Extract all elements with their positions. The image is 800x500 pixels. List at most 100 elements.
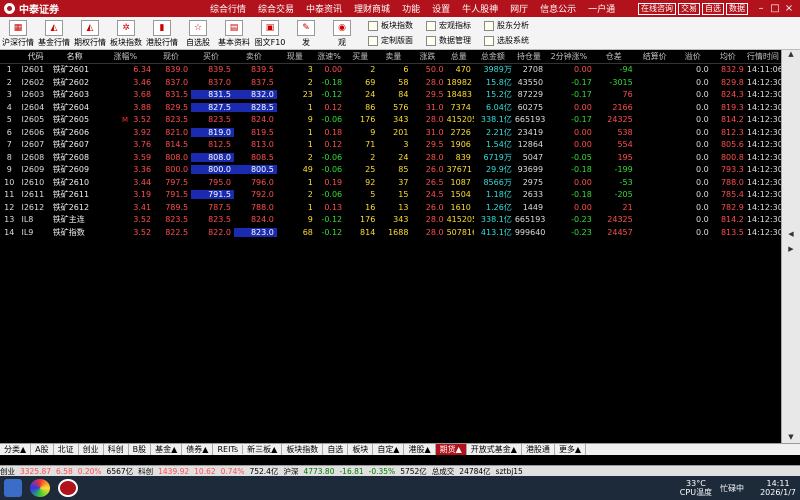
table-row[interactable]: 12 I2612 铁矿2612 3.41 789.5 787.5 788.0 1 0.13 16 1… [0,201,782,214]
column-header[interactable]: 买价 [191,51,234,62]
column-header[interactable]: 行情时间 [747,51,782,62]
tab-item[interactable]: 分类▲ [0,444,32,455]
tab-item[interactable]: 自定▲ [373,444,405,455]
column-header[interactable]: 结算价 [636,51,677,62]
table-row[interactable]: 4 I2604 铁矿2604 3.88 829.5 827.5 828.5 1 0.12 86 57… [0,101,782,114]
watchlist-button[interactable]: 自选 [702,2,724,15]
tab-item[interactable]: 北证 [54,444,79,455]
menu-item[interactable]: 网厅 [504,2,534,15]
column-header[interactable]: 现价 [154,51,191,62]
tool-hs-quotes[interactable]: ▦ 沪深行情 [0,20,36,49]
table-row[interactable]: 3 I2603 铁矿2603 3.68 831.5 831.5 832.0 23 -0.12 24… [0,89,782,102]
tool-fund-quotes[interactable]: ◭ 基金行情 [36,20,72,49]
tab-item[interactable]: 港股▲ [404,444,436,455]
column-header[interactable]: 涨速% [316,51,345,62]
tool-publish[interactable]: ✎ 发 [288,20,324,49]
menu-item[interactable]: 综合交易 [252,2,300,15]
tab-item[interactable]: 板块 [348,444,374,455]
menu-item[interactable]: 中泰资讯 [300,2,348,15]
column-header[interactable]: 现量 [277,51,316,62]
column-header[interactable]: 总量 [447,51,474,62]
column-header[interactable]: 名称 [53,51,100,62]
tab-item[interactable]: 更多▲ [555,444,587,455]
tool-holder-link[interactable]: 股东分析 [484,18,542,33]
menu-item[interactable]: 设置 [426,2,456,15]
column-header[interactable]: 卖量 [378,51,411,62]
menu-item[interactable]: 一户通 [582,2,621,15]
table-row[interactable]: 13 IL8 铁矿主连 3.52 823.5 823.5 824.0 9 -0.12 176 343… [0,214,782,227]
table-cell: 8 [6,152,12,162]
close-icon[interactable]: × [782,3,796,14]
tool-option-quotes[interactable]: ◭ 期权行情 [72,20,108,49]
table-cell: -0.06 [321,152,343,162]
table-row[interactable]: 14 IL9 铁矿指数 3.52 822.5 822.0 823.0 68 -0.12 814 16… [0,226,782,239]
app-taskbar-icon[interactable] [58,479,78,497]
tool-basic-info[interactable]: ▤ 基本资料 [216,20,252,49]
tab-item[interactable]: A股 [31,444,54,455]
minimize-icon[interactable]: – [754,3,768,14]
tool-f10[interactable]: ▣ 图文F10 [252,20,288,49]
tab-item[interactable]: 创业 [79,444,104,455]
f10-icon: ▣ [261,20,279,36]
start-icon[interactable] [4,479,22,497]
tab-item[interactable]: REITs [213,445,244,454]
tool-data-manage-link[interactable]: 数据管理 [426,33,484,48]
tab-item[interactable]: 新三板▲ [243,444,283,455]
tab-item[interactable]: B股 [129,444,152,455]
data-button[interactable]: 数据 [726,2,748,15]
column-header[interactable]: 涨跌 [411,51,446,62]
trade-button[interactable]: 交易 [678,2,700,15]
table-row[interactable]: 10 I2610 铁矿2610 3.44 797.5 795.0 796.0 1 0.19 92 3… [0,176,782,189]
online-consult-button[interactable]: 在线咨询 [638,2,676,15]
table-row[interactable]: 9 I2609 铁矿2609 3.36 800.0 800.0 800.5 49 -0.06 25… [0,164,782,177]
tab-item[interactable]: 基金▲ [151,444,183,455]
column-header[interactable]: 代码 [21,51,52,62]
menu-item[interactable]: 牛人股神 [456,2,504,15]
table-row[interactable]: 2 I2602 铁矿2602 3.46 837.0 837.0 837.5 2 -0.18 69 5… [0,76,782,89]
column-header[interactable]: 总金额 [474,51,515,62]
tab-item[interactable]: 期货▲ [435,444,467,455]
tool-sector-index[interactable]: ✲ 板块指数 [108,20,144,49]
tool-custom-layout-link[interactable]: 定制版面 [368,33,426,48]
table-cell: -0.17 [571,77,592,87]
column-header[interactable]: 均价 [712,51,747,62]
tool-sector-index-link[interactable]: 板块指数 [368,18,426,33]
table-row[interactable]: 6 I2606 铁矿2606 3.92 821.0 819.0 819.5 1 0.18 9 201… [0,126,782,139]
table-cell: 7374 [450,102,471,112]
table-row[interactable]: 5 I2605 铁矿2605 3.52 823.5 823.5 824.0 9 -0.06 176… [0,114,782,127]
table-row[interactable]: 8 I2608 铁矿2608 3.59 808.0 808.0 808.5 2 -0.06 2 24… [0,151,782,164]
chevron-up-icon[interactable]: ▲ [782,50,800,60]
chevron-right-icon[interactable]: ▶ [782,245,800,255]
chevron-down-icon[interactable]: ▼ [782,433,800,443]
tab-item[interactable]: 自选 [323,444,349,455]
column-header[interactable]: 持仓量 [515,51,546,62]
tab-item[interactable]: 港股通 [522,444,555,455]
maximize-icon[interactable]: □ [768,3,782,14]
chevron-left-icon[interactable]: ◀ [782,230,800,240]
tool-view[interactable]: ◉ 观 [324,20,360,49]
menu-item[interactable]: 理财商城 [348,2,396,15]
tab-item[interactable]: 债券▲ [182,444,214,455]
browser-icon[interactable] [30,479,50,497]
column-header[interactable]: 2分钟涨% [546,51,595,62]
column-header[interactable]: 溢价 [677,51,712,62]
column-header[interactable]: 卖价 [234,51,277,62]
tab-item[interactable]: 开放式基金▲ [467,444,522,455]
table-row[interactable]: 11 I2611 铁矿2611 3.19 791.5 791.5 792.0 2 -0.06 5 1… [0,189,782,202]
table-cell: 819.0 [191,127,234,137]
table-row[interactable]: 1 I2601 铁矿2601 6.34 839.0 839.5 839.5 3 0.00 2 6 50… [0,64,782,77]
tool-watchlist[interactable]: ☆ 自选股 [180,20,216,49]
tool-stock-picker-link[interactable]: 选股系统 [484,33,542,48]
tab-item[interactable]: 板块指数 [282,444,324,455]
table-row[interactable]: 7 I2607 铁矿2607 3.76 814.5 812.5 813.0 1 0.12 71 3 2… [0,139,782,152]
menu-item[interactable]: 信息公示 [534,2,582,15]
menu-item[interactable]: 综合行情 [204,2,252,15]
tab-item[interactable]: 科创 [104,444,129,455]
column-header[interactable]: 涨幅% [99,51,154,62]
tool-hk-quotes[interactable]: ▮ 港股行情 [144,20,180,49]
column-header[interactable]: 买量 [345,51,378,62]
tool-macro-link[interactable]: 宏观指标 [426,18,484,33]
right-scrollbar[interactable]: ▲ ◀ ▶ ▼ [781,50,800,443]
menu-item[interactable]: 功能 [396,2,426,15]
column-header[interactable]: 仓差 [595,51,636,62]
